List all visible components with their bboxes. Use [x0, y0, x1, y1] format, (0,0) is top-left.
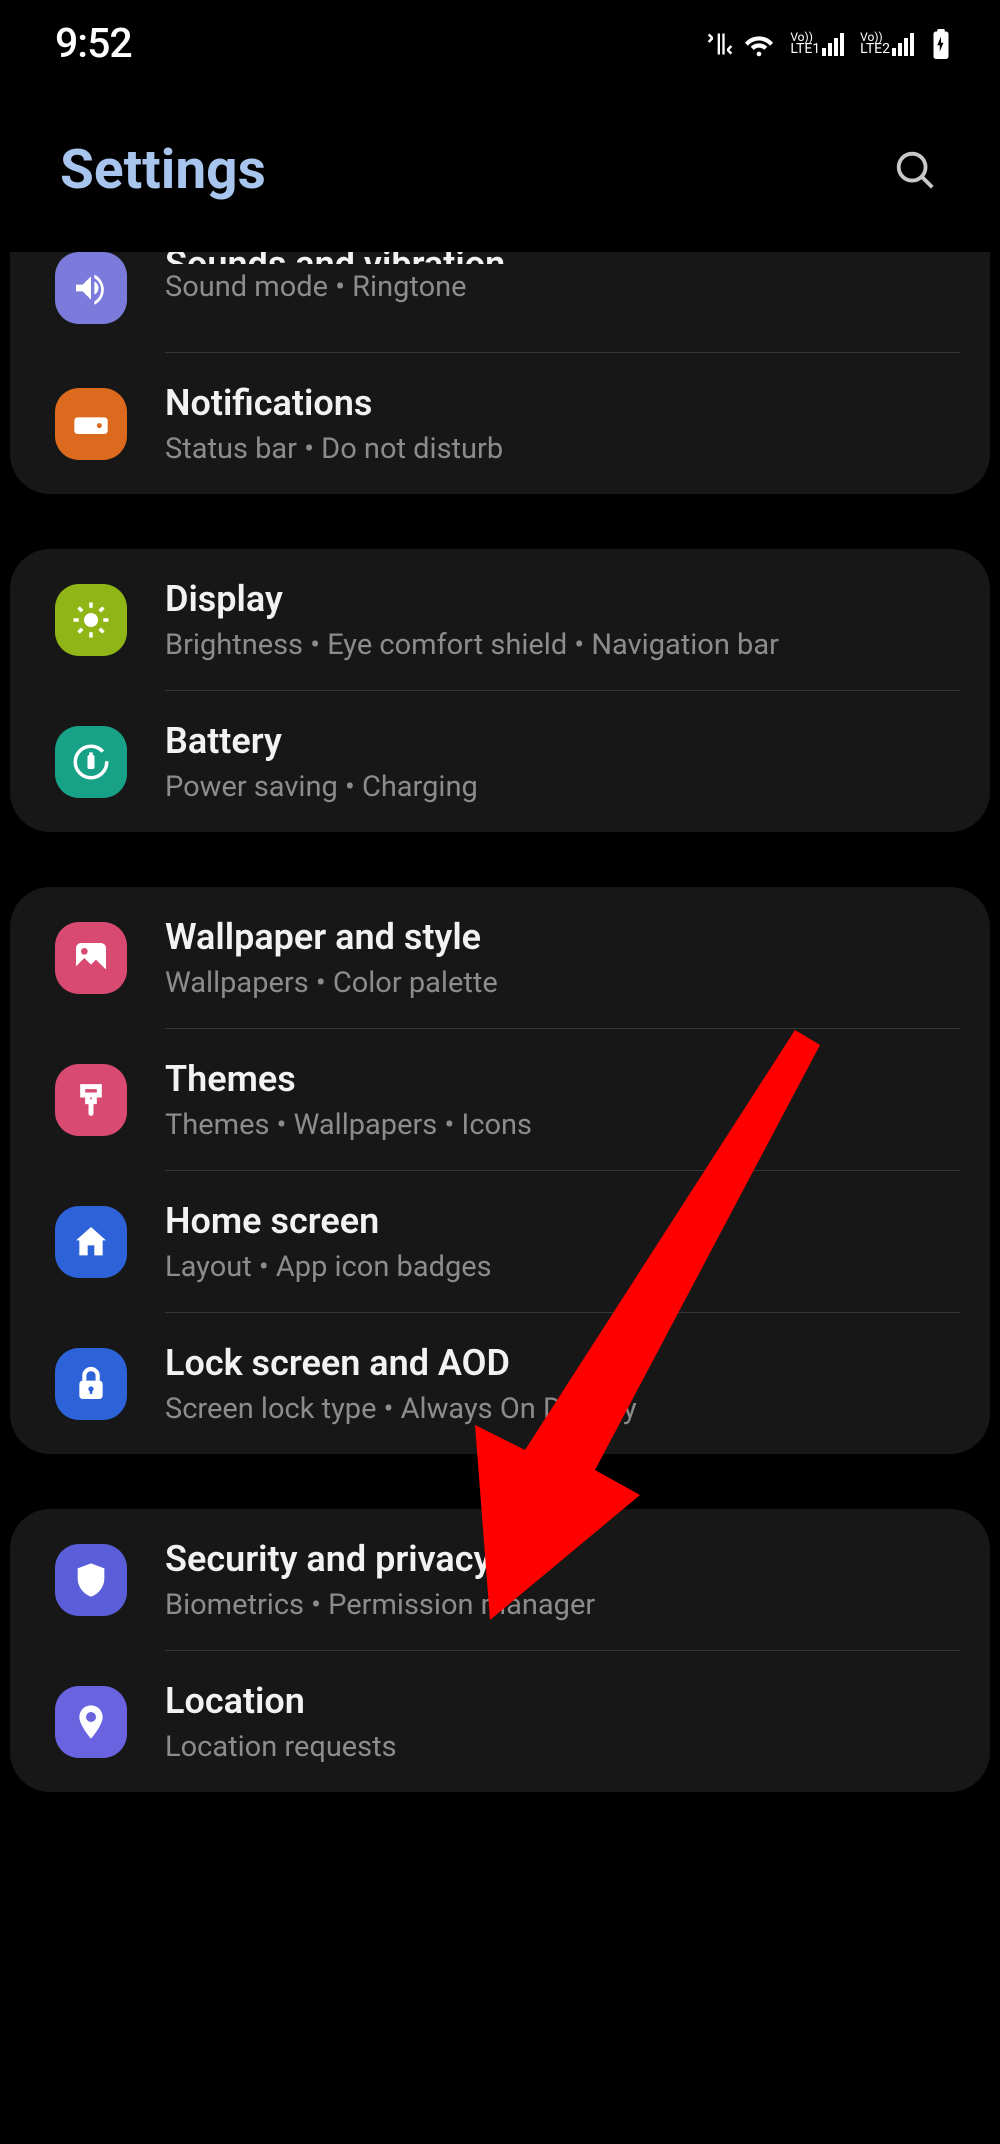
- settings-group-security-location: Security and privacy Biometrics • Permis…: [10, 1509, 990, 1792]
- notifications-icon: [55, 388, 127, 460]
- row-title: Wallpaper and style: [165, 915, 960, 960]
- settings-group-personalization: Wallpaper and style Wallpapers • Color p…: [10, 887, 990, 1454]
- row-subtitle: Sound mode • Ringtone: [165, 270, 960, 304]
- themes-icon: [55, 1064, 127, 1136]
- row-title: Sounds and vibration: [165, 252, 960, 264]
- setting-sounds-and-vibration[interactable]: Sounds and vibration Sound mode • Ringto…: [10, 252, 990, 352]
- row-subtitle: Biometrics • Permission manager: [165, 1588, 960, 1622]
- settings-header: Settings: [0, 88, 1000, 252]
- search-icon: [892, 147, 938, 193]
- row-subtitle: Themes • Wallpapers • Icons: [165, 1108, 960, 1142]
- row-title: Display: [165, 577, 960, 622]
- setting-lock-screen-and-aod[interactable]: Lock screen and AOD Screen lock type • A…: [10, 1313, 990, 1454]
- display-icon: [55, 584, 127, 656]
- search-button[interactable]: [890, 145, 940, 195]
- setting-display[interactable]: Display Brightness • Eye comfort shield …: [10, 549, 990, 690]
- lte1-label: LTE1: [790, 42, 820, 56]
- settings-group-display-battery: Display Brightness • Eye comfort shield …: [10, 549, 990, 832]
- row-title: Notifications: [165, 381, 960, 426]
- setting-location[interactable]: Location Location requests: [10, 1651, 990, 1792]
- lock-icon: [55, 1348, 127, 1420]
- sound-icon: [55, 252, 127, 324]
- row-title: Lock screen and AOD: [165, 1341, 960, 1386]
- row-title: Themes: [165, 1057, 960, 1102]
- row-title: Home screen: [165, 1199, 960, 1244]
- signal2-icon: [892, 33, 914, 56]
- setting-home-screen[interactable]: Home screen Layout • App icon badges: [10, 1171, 990, 1312]
- row-subtitle: Location requests: [165, 1730, 960, 1764]
- setting-themes[interactable]: Themes Themes • Wallpapers • Icons: [10, 1029, 990, 1170]
- settings-group-sounds-notifications: Sounds and vibration Sound mode • Ringto…: [10, 252, 990, 494]
- row-title: Battery: [165, 719, 960, 764]
- battery-icon: [55, 726, 127, 798]
- setting-security-and-privacy[interactable]: Security and privacy Biometrics • Permis…: [10, 1509, 990, 1650]
- setting-wallpaper-and-style[interactable]: Wallpaper and style Wallpapers • Color p…: [10, 887, 990, 1028]
- status-icons: Vo)) LTE1 Vo)) LTE2: [706, 29, 950, 59]
- setting-notifications[interactable]: Notifications Status bar • Do not distur…: [10, 353, 990, 494]
- wifi-icon: [744, 30, 774, 58]
- page-title: Settings: [60, 138, 266, 202]
- sim1-indicator: Vo)) LTE1: [790, 32, 844, 57]
- row-subtitle: Brightness • Eye comfort shield • Naviga…: [165, 628, 960, 662]
- location-icon: [55, 1686, 127, 1758]
- lte2-label: LTE2: [860, 42, 890, 56]
- battery-charging-icon: [932, 29, 950, 59]
- row-subtitle: Layout • App icon badges: [165, 1250, 960, 1284]
- row-title: Location: [165, 1679, 960, 1724]
- setting-battery[interactable]: Battery Power saving • Charging: [10, 691, 990, 832]
- sim2-indicator: Vo)) LTE2: [860, 32, 914, 57]
- row-title: Security and privacy: [165, 1537, 960, 1582]
- status-bar: 9:52 Vo)) LTE1 Vo)) LTE2: [0, 0, 1000, 88]
- row-subtitle: Status bar • Do not disturb: [165, 432, 960, 466]
- row-subtitle: Screen lock type • Always On Display: [165, 1392, 960, 1426]
- home-icon: [55, 1206, 127, 1278]
- shield-icon: [55, 1544, 127, 1616]
- signal1-icon: [822, 33, 844, 56]
- wallpaper-icon: [55, 922, 127, 994]
- row-subtitle: Power saving • Charging: [165, 770, 960, 804]
- vibrate-muted-icon: [706, 30, 734, 58]
- row-subtitle: Wallpapers • Color palette: [165, 966, 960, 1000]
- status-time: 9:52: [55, 20, 132, 68]
